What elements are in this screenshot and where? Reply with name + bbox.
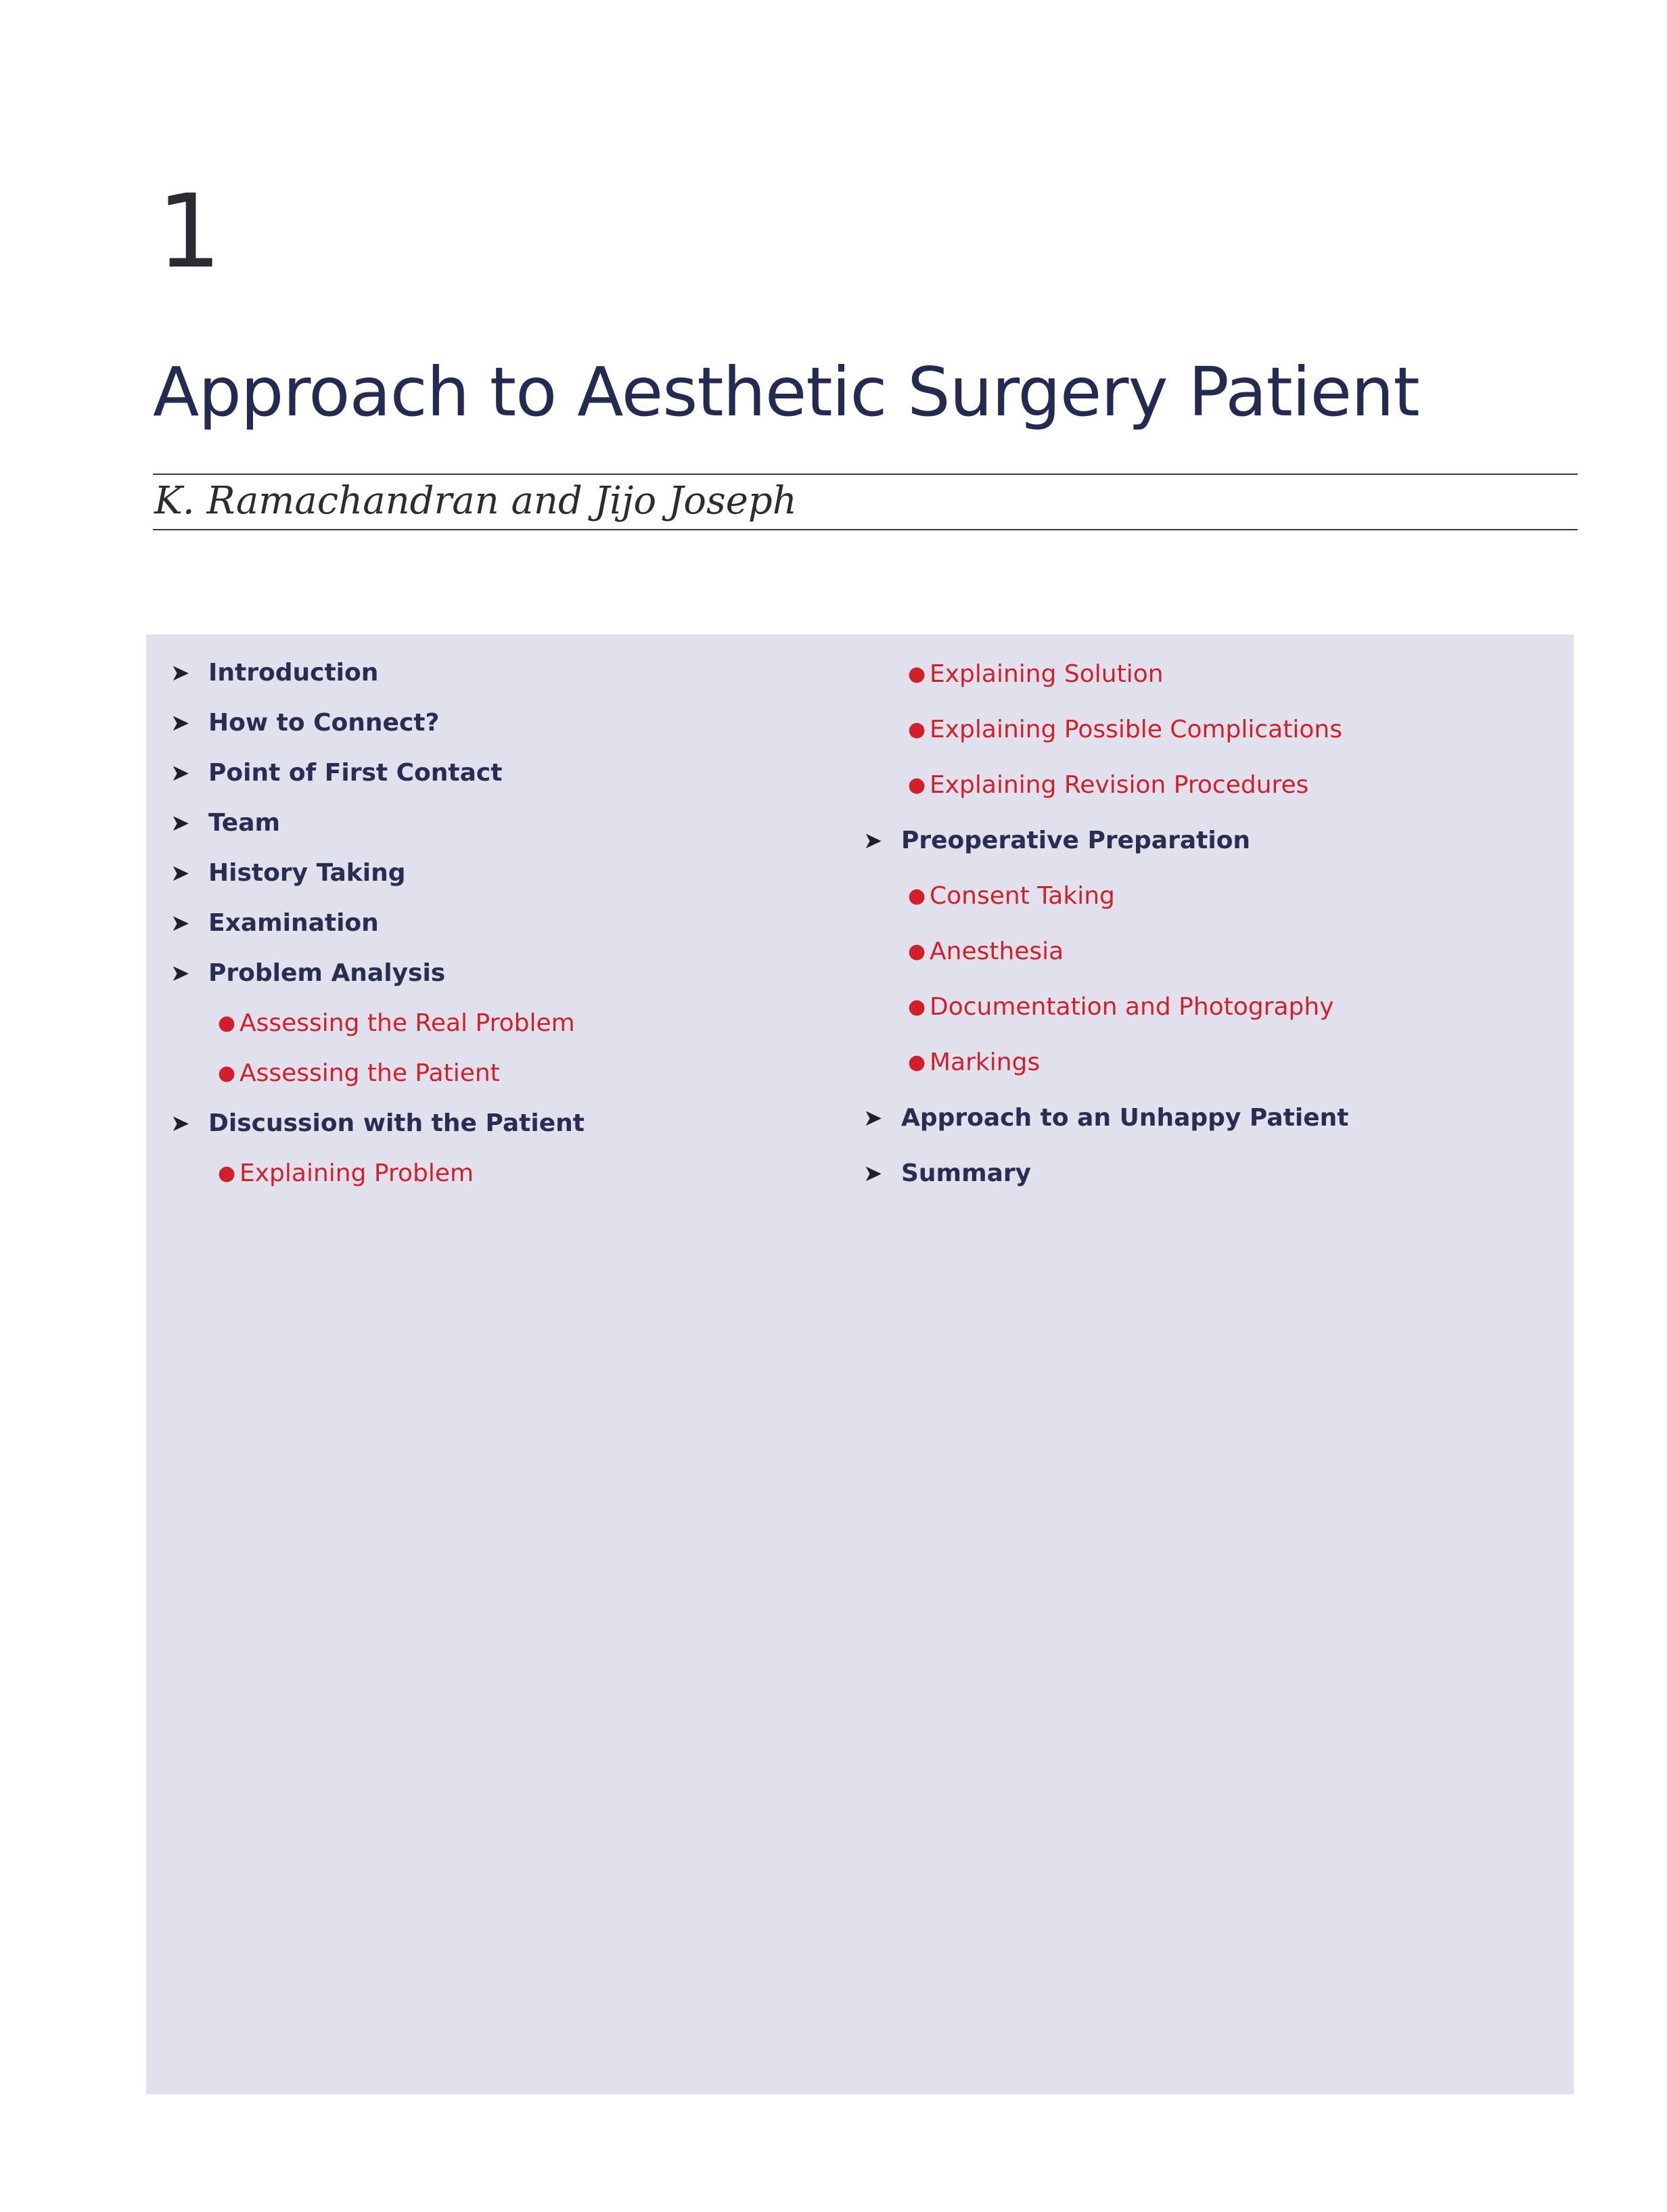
contents-subitem[interactable]: ● Documentation and Photography — [894, 980, 1348, 1035]
contents-item[interactable]: ➤ Team — [168, 798, 585, 848]
contents-item[interactable]: ➤ Discussion with the Patient — [168, 1099, 585, 1149]
contents-item-label: Examination — [208, 909, 379, 937]
dot-bullet-icon: ● — [908, 884, 926, 908]
contents-list-right: ● Explaining Solution ● Explaining Possibl… — [863, 647, 1348, 1201]
arrowhead-bullet-icon: ➤ — [170, 710, 190, 737]
contents-subitem[interactable]: ● Anesthesia — [894, 924, 1348, 980]
dot-bullet-icon: ● — [908, 995, 926, 1019]
contents-list-left: ➤ Introduction ➤ How to Connect? ➤ Point of… — [168, 648, 585, 1199]
dot-bullet-icon: ● — [908, 773, 926, 797]
arrowhead-bullet-icon: ➤ — [170, 810, 190, 837]
contents-item[interactable]: ➤ Summary — [861, 1146, 1348, 1201]
title-divider-bottom — [153, 529, 1578, 530]
contents-subitem[interactable]: ● Consent Taking — [894, 869, 1348, 924]
contents-item-label: Discussion with the Patient — [208, 1109, 585, 1137]
contents-item[interactable]: ➤ Problem Analysis — [168, 948, 585, 998]
contents-subitem[interactable]: ● Explaining Revision Procedures — [894, 758, 1348, 813]
title-divider-top — [153, 474, 1578, 475]
arrowhead-bullet-icon: ➤ — [170, 1110, 190, 1137]
arrowhead-bullet-icon: ➤ — [863, 1105, 883, 1132]
contents-subitem-label: Explaining Problem — [239, 1159, 474, 1187]
contents-item[interactable]: ➤ Point of First Contact — [168, 748, 585, 798]
contents-item-label: Team — [208, 809, 280, 837]
contents-item-label: Approach to an Unhappy Patient — [901, 1104, 1349, 1132]
contents-subitem[interactable]: ● Explaining Solution — [894, 647, 1348, 702]
contents-subitem-label: Explaining Revision Procedures — [930, 771, 1309, 799]
contents-subitem-label: Anesthesia — [930, 938, 1064, 965]
arrowhead-bullet-icon: ➤ — [170, 860, 190, 887]
dot-bullet-icon: ● — [908, 940, 926, 963]
chapter-authors: K. Ramachandran and Jijo Joseph — [154, 479, 797, 523]
dot-bullet-icon: ● — [218, 1161, 236, 1185]
contents-subitem-label: Markings — [930, 1049, 1041, 1076]
arrowhead-bullet-icon: ➤ — [170, 910, 190, 937]
contents-subitem[interactable]: ● Assessing the Patient — [168, 1049, 585, 1099]
contents-item-label: History Taking — [208, 859, 406, 887]
arrowhead-bullet-icon: ➤ — [170, 760, 190, 787]
arrowhead-bullet-icon: ➤ — [863, 1160, 883, 1187]
contents-subitem-label: Assessing the Real Problem — [239, 1009, 575, 1037]
dot-bullet-icon: ● — [218, 1011, 236, 1035]
contents-item-label: How to Connect? — [208, 709, 440, 737]
dot-bullet-icon: ● — [908, 718, 926, 741]
dot-bullet-icon: ● — [908, 1051, 926, 1074]
dot-bullet-icon: ● — [218, 1061, 236, 1085]
contents-subitem-label: Documentation and Photography — [930, 993, 1334, 1021]
contents-subitem[interactable]: ● Explaining Problem — [168, 1149, 585, 1199]
arrowhead-bullet-icon: ➤ — [170, 960, 190, 987]
chapter-number: 1 — [157, 173, 222, 291]
contents-subitem-label: Consent Taking — [930, 882, 1115, 910]
chapter-title: Approach to Aesthetic Surgery Patient — [153, 352, 1420, 432]
contents-item-label: Problem Analysis — [208, 959, 446, 987]
contents-item[interactable]: ➤ History Taking — [168, 848, 585, 898]
contents-subitem-label: Assessing the Patient — [239, 1059, 500, 1087]
contents-subitem[interactable]: ● Explaining Possible Complications — [894, 702, 1348, 758]
contents-item-label: Summary — [901, 1159, 1032, 1187]
dot-bullet-icon: ● — [908, 662, 926, 686]
contents-item[interactable]: ➤ Introduction — [168, 648, 585, 698]
chapter-contents-panel: ➤ Introduction ➤ How to Connect? ➤ Point of… — [146, 635, 1574, 2094]
contents-subitem-label: Explaining Possible Complications — [930, 716, 1342, 743]
arrowhead-bullet-icon: ➤ — [170, 660, 190, 687]
contents-item[interactable]: ➤ Preoperative Preparation — [861, 813, 1348, 869]
arrowhead-bullet-icon: ➤ — [863, 827, 883, 854]
contents-subitem[interactable]: ● Assessing the Real Problem — [168, 998, 585, 1049]
contents-item-label: Preoperative Preparation — [901, 827, 1251, 854]
contents-item[interactable]: ➤ How to Connect? — [168, 698, 585, 748]
contents-item-label: Introduction — [208, 659, 379, 687]
contents-item[interactable]: ➤ Approach to an Unhappy Patient — [861, 1090, 1348, 1146]
contents-item-label: Point of First Contact — [208, 759, 503, 787]
contents-subitem[interactable]: ● Markings — [894, 1035, 1348, 1090]
contents-subitem-label: Explaining Solution — [930, 660, 1164, 688]
contents-item[interactable]: ➤ Examination — [168, 898, 585, 948]
